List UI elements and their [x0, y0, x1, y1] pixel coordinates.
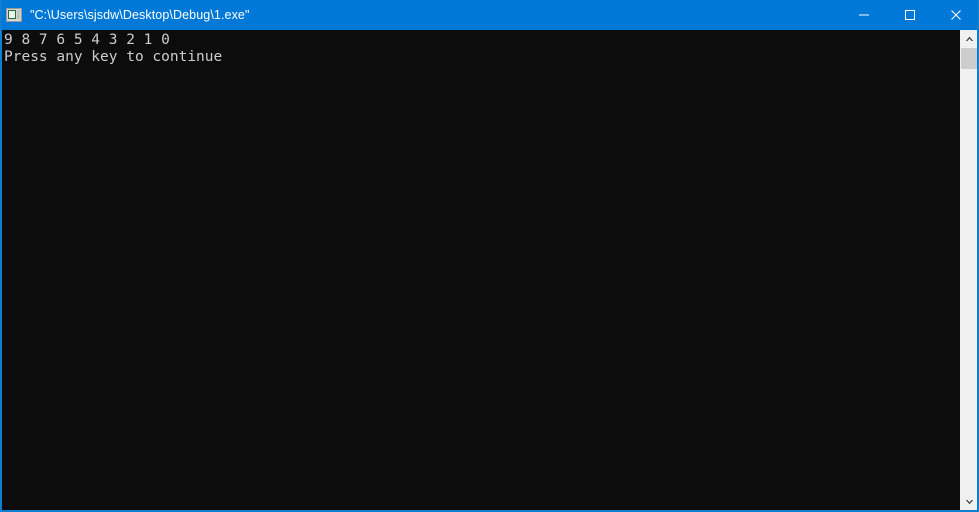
- close-icon: [951, 10, 961, 20]
- maximize-icon: [905, 10, 915, 20]
- close-button[interactable]: [933, 0, 977, 30]
- title-bar[interactable]: "C:\Users\sjsdw\Desktop\Debug\1.exe": [2, 0, 977, 30]
- console-output-area[interactable]: 9 8 7 6 5 4 3 2 1 0 Press any key to con…: [2, 30, 960, 510]
- console-window: "C:\Users\sjsdw\Desktop\Debug\1.exe" 9 8…: [0, 0, 979, 512]
- scrollbar-up-button[interactable]: [961, 30, 977, 47]
- chevron-up-icon: [965, 36, 974, 41]
- minimize-icon: [859, 14, 869, 16]
- vertical-scrollbar[interactable]: [960, 30, 977, 510]
- window-controls: [841, 0, 977, 30]
- scrollbar-thumb[interactable]: [961, 48, 977, 69]
- console-app-icon: [6, 7, 22, 23]
- scrollbar-down-button[interactable]: [961, 493, 977, 510]
- scrollbar-track[interactable]: [961, 47, 977, 493]
- chevron-down-icon: [965, 499, 974, 504]
- console-line: 9 8 7 6 5 4 3 2 1 0: [4, 32, 170, 48]
- maximize-button[interactable]: [887, 0, 933, 30]
- console-line: Press any key to continue: [4, 49, 223, 65]
- window-title: "C:\Users\sjsdw\Desktop\Debug\1.exe": [30, 8, 250, 22]
- minimize-button[interactable]: [841, 0, 887, 30]
